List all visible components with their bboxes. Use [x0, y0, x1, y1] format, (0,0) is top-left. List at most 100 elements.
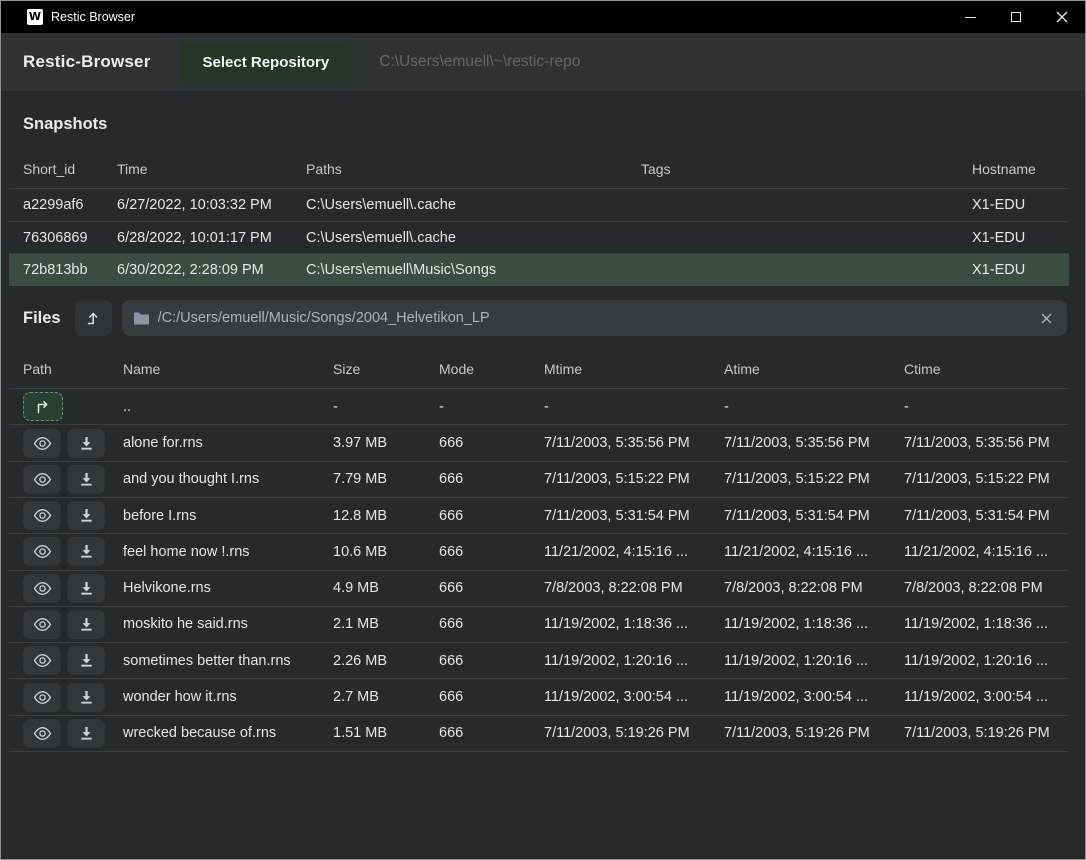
column-short-id: Short_id — [9, 161, 103, 177]
snapshot-time: 6/27/2022, 10:03:32 PM — [103, 197, 292, 213]
snapshot-row[interactable]: a2299af6 6/27/2022, 10:03:32 PM C:\Users… — [9, 188, 1069, 221]
file-name: wonder how it.rns — [109, 689, 319, 705]
file-mode: 666 — [425, 508, 530, 524]
file-size: 2.1 MB — [319, 616, 425, 632]
file-mode: 666 — [425, 725, 530, 741]
preview-file-button[interactable] — [23, 646, 61, 675]
preview-file-button[interactable] — [23, 683, 61, 712]
app-title: Restic-Browser — [23, 52, 151, 72]
parent-row-mtime: - — [530, 399, 710, 415]
snapshot-row[interactable]: 72b813bb 6/30/2022, 2:28:09 PM C:\Users\… — [9, 253, 1069, 286]
snapshot-short-id: a2299af6 — [9, 197, 103, 213]
file-mode: 666 — [425, 653, 530, 669]
file-atime: 11/19/2002, 1:20:16 ... — [710, 653, 890, 669]
file-name: wrecked because of.rns — [109, 725, 319, 741]
file-row-actions — [9, 574, 109, 603]
file-row-actions — [9, 646, 109, 675]
snapshot-time: 6/28/2022, 10:01:17 PM — [103, 230, 292, 246]
column-size: Size — [319, 361, 425, 377]
preview-file-button[interactable] — [23, 719, 61, 748]
download-file-button[interactable] — [67, 719, 105, 748]
column-name: Name — [109, 361, 319, 377]
file-row: before I.rns 12.8 MB 666 7/11/2003, 5:31… — [9, 497, 1069, 533]
file-size: 1.51 MB — [319, 725, 425, 741]
file-mode: 666 — [425, 616, 530, 632]
file-atime: 7/11/2003, 5:15:22 PM — [710, 471, 890, 487]
preview-file-button[interactable] — [23, 574, 61, 603]
file-row: moskito he said.rns 2.1 MB 666 11/19/200… — [9, 606, 1069, 642]
file-name: alone for.rns — [109, 435, 319, 451]
file-atime: 7/11/2003, 5:31:54 PM — [710, 508, 890, 524]
preview-file-button[interactable] — [23, 537, 61, 566]
current-path-input[interactable]: /C:/Users/emuell/Music/Songs/2004_Helvet… — [122, 300, 1067, 336]
column-mtime: Mtime — [530, 361, 710, 377]
close-button[interactable] — [1039, 1, 1085, 33]
window-title: Restic Browser — [51, 10, 947, 24]
download-file-button[interactable] — [67, 646, 105, 675]
files-table: Path Name Size Mode Mtime Atime Ctime ..… — [9, 350, 1069, 752]
download-file-button[interactable] — [67, 610, 105, 639]
minimize-icon — [965, 17, 976, 18]
file-mtime: 7/11/2003, 5:31:54 PM — [530, 508, 710, 524]
file-ctime: 7/11/2003, 5:35:56 PM — [890, 435, 1069, 451]
download-file-button[interactable] — [67, 574, 105, 603]
arrow-up-then-right-icon — [34, 399, 52, 415]
column-ctime: Ctime — [890, 361, 1069, 377]
file-atime: 11/21/2002, 4:15:16 ... — [710, 544, 890, 560]
eye-icon — [33, 472, 52, 487]
app-logo-icon: W — [27, 9, 43, 25]
snapshot-row[interactable]: 76306869 6/28/2022, 10:01:17 PM C:\Users… — [9, 221, 1069, 254]
maximize-button[interactable] — [993, 1, 1039, 33]
file-ctime: 7/11/2003, 5:19:26 PM — [890, 725, 1069, 741]
download-file-button[interactable] — [67, 501, 105, 530]
eye-icon — [33, 690, 52, 705]
close-icon — [1056, 11, 1068, 23]
file-mode: 666 — [425, 471, 530, 487]
download-file-button[interactable] — [67, 465, 105, 494]
eye-icon — [33, 617, 52, 632]
file-atime: 7/11/2003, 5:35:56 PM — [710, 435, 890, 451]
files-heading: Files — [23, 309, 65, 328]
arrow-up-from-line-icon — [84, 309, 102, 327]
snapshot-hostname: X1-EDU — [958, 262, 1069, 278]
file-mode: 666 — [425, 689, 530, 705]
app-header: Restic-Browser Select Repository C:\User… — [1, 33, 1085, 91]
preview-file-button[interactable] — [23, 465, 61, 494]
eye-icon — [33, 726, 52, 741]
select-repository-button[interactable]: Select Repository — [179, 42, 354, 83]
file-row: wonder how it.rns 2.7 MB 666 11/19/2002,… — [9, 678, 1069, 714]
file-row: feel home now !.rns 10.6 MB 666 11/21/20… — [9, 533, 1069, 569]
download-icon — [79, 653, 94, 668]
parent-row-actions — [9, 392, 109, 421]
snapshots-table-header: Short_id Time Paths Tags Hostname — [9, 150, 1069, 188]
file-size: 2.7 MB — [319, 689, 425, 705]
file-row: wrecked because of.rns 1.51 MB 666 7/11/… — [9, 715, 1069, 751]
file-atime: 7/8/2003, 8:22:08 PM — [710, 580, 890, 596]
download-icon — [79, 690, 94, 705]
snapshots-rows: a2299af6 6/27/2022, 10:03:32 PM C:\Users… — [9, 188, 1069, 286]
file-size: 4.9 MB — [319, 580, 425, 596]
parent-directory-button[interactable] — [75, 300, 112, 336]
clear-path-button[interactable] — [1035, 307, 1057, 329]
go-up-level-button[interactable] — [23, 392, 63, 421]
parent-row-atime: - — [710, 399, 890, 415]
file-atime: 11/19/2002, 1:18:36 ... — [710, 616, 890, 632]
download-icon — [79, 544, 94, 559]
download-file-button[interactable] — [67, 429, 105, 458]
file-name: feel home now !.rns — [109, 544, 319, 560]
snapshot-hostname: X1-EDU — [958, 197, 1069, 213]
minimize-button[interactable] — [947, 1, 993, 33]
file-ctime: 7/11/2003, 5:15:22 PM — [890, 471, 1069, 487]
download-icon — [79, 617, 94, 632]
files-rows: alone for.rns 3.97 MB 666 7/11/2003, 5:3… — [9, 424, 1069, 751]
preview-file-button[interactable] — [23, 429, 61, 458]
download-file-button[interactable] — [67, 683, 105, 712]
download-file-button[interactable] — [67, 537, 105, 566]
preview-file-button[interactable] — [23, 501, 61, 530]
preview-file-button[interactable] — [23, 610, 61, 639]
file-ctime: 11/19/2002, 1:18:36 ... — [890, 616, 1069, 632]
column-mode: Mode — [425, 361, 530, 377]
file-row: Helvikone.rns 4.9 MB 666 7/8/2003, 8:22:… — [9, 570, 1069, 606]
file-name: sometimes better than.rns — [109, 653, 319, 669]
column-atime: Atime — [710, 361, 890, 377]
